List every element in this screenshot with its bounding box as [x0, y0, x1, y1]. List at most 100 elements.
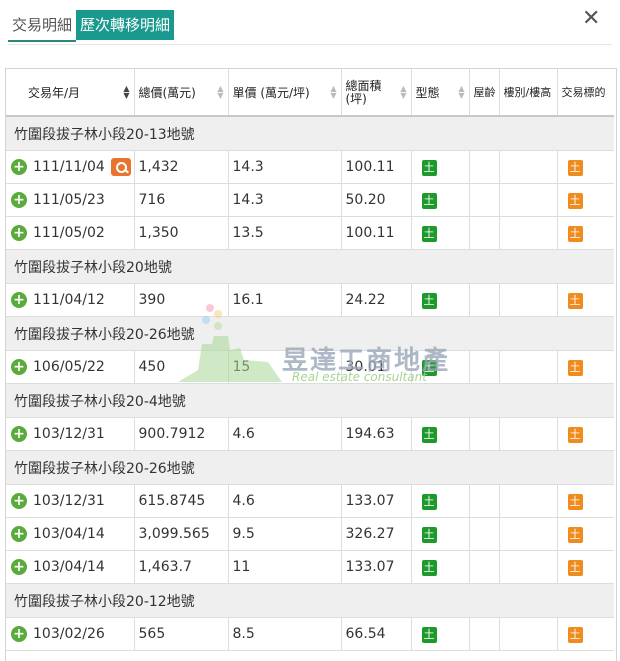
- col-header-date[interactable]: 交易年/月 ▲ ▼: [6, 69, 135, 117]
- date-text: 106/05/22: [33, 359, 105, 375]
- total-price-cell: 3,099.565: [134, 517, 229, 551]
- target-land-badge[interactable]: 土: [567, 626, 583, 643]
- table-row[interactable]: +111/04/12 390 16.1 24.22 土土: [6, 283, 614, 317]
- date-cell: +103/04/14: [6, 517, 135, 551]
- watermark-subtitle: Real estate consultant: [292, 370, 427, 384]
- table-row[interactable]: +111/11/04 1,432 14.3 100.11 土土: [6, 150, 614, 184]
- area-cell: 50.20: [341, 183, 412, 217]
- floor-cell: [499, 216, 558, 250]
- floor-cell: [499, 617, 558, 651]
- target-land-badge[interactable]: 土: [567, 359, 583, 376]
- unit-price-cell: 11: [228, 550, 342, 584]
- expand-plus-icon[interactable]: +: [11, 493, 27, 509]
- sort-icon: ▲ ▼: [123, 84, 130, 100]
- age-cell: [469, 484, 500, 518]
- expand-plus-icon[interactable]: +: [11, 559, 27, 575]
- floor-cell: [499, 550, 558, 584]
- expand-plus-icon[interactable]: +: [11, 192, 27, 208]
- expand-plus-icon[interactable]: +: [11, 359, 27, 375]
- type-cell: 土: [411, 283, 470, 317]
- target-cell: 土: [557, 484, 614, 518]
- target-land-badge[interactable]: 土: [567, 526, 583, 543]
- col-header-age[interactable]: 屋齡: [469, 69, 500, 117]
- tab-transaction-details[interactable]: 交易明細: [8, 10, 77, 42]
- target-land-badge[interactable]: 土: [567, 192, 583, 209]
- target-cell: 土: [557, 150, 614, 184]
- date-cell: +111/05/23: [6, 183, 135, 217]
- parcel-title: 竹圍段拔子林小段20-4地號: [6, 383, 614, 418]
- area-cell: 100.11: [341, 216, 412, 250]
- land-type-badge: 土: [421, 426, 437, 443]
- table-row[interactable]: +103/04/14 3,099.565 9.5 326.27 土土: [6, 517, 614, 551]
- parcel-title: 竹圍段拔子林小段20-12地號: [6, 583, 614, 618]
- date-text: 111/04/12: [33, 292, 105, 308]
- target-cell: 土: [557, 617, 614, 651]
- total-price-cell: 1,350: [134, 216, 229, 250]
- type-cell: 土: [411, 617, 470, 651]
- table-row[interactable]: +111/05/02 1,350 13.5 100.11 土土: [6, 216, 614, 250]
- col-header-total[interactable]: 總價(萬元) ▲ ▼: [134, 69, 229, 117]
- date-text: 103/12/31: [33, 426, 105, 442]
- type-cell: 土: [411, 183, 470, 217]
- target-cell: 土: [557, 550, 614, 584]
- target-cell: 土: [557, 183, 614, 217]
- target-cell: 土: [557, 517, 614, 551]
- unit-price-cell: 4.6: [228, 417, 342, 451]
- target-land-badge[interactable]: 土: [567, 493, 583, 510]
- target-land-badge[interactable]: 土: [567, 225, 583, 242]
- target-land-badge[interactable]: 土: [567, 159, 583, 176]
- close-icon[interactable]: ✕: [582, 6, 600, 31]
- date-text: 103/02/26: [33, 626, 105, 642]
- col-header-unit[interactable]: 單價 (萬元/坪) ▲ ▼: [228, 69, 342, 117]
- expand-plus-icon[interactable]: +: [11, 526, 27, 542]
- area-cell: 66.54: [341, 617, 412, 651]
- date-text: 103/04/14: [33, 559, 105, 575]
- land-type-badge: 土: [421, 493, 437, 510]
- tab-transfer-history[interactable]: 歷次轉移明細: [76, 10, 175, 40]
- land-type-badge: 土: [421, 159, 437, 176]
- type-cell: 土: [411, 484, 470, 518]
- table-row[interactable]: +103/02/26 565 8.5 66.54 土土: [6, 617, 614, 651]
- expand-plus-icon[interactable]: +: [11, 426, 27, 442]
- expand-plus-icon[interactable]: +: [11, 159, 27, 175]
- type-cell: 土: [411, 216, 470, 250]
- col-header-area[interactable]: 總面積 (坪) ▲ ▼: [341, 69, 412, 117]
- target-land-badge[interactable]: 土: [567, 559, 583, 576]
- expand-plus-icon[interactable]: +: [11, 626, 27, 642]
- unit-price-cell: 9.5: [228, 517, 342, 551]
- col-header-type[interactable]: 型態 ▲ ▼: [411, 69, 470, 117]
- group-header-row: 竹圍段拔子林小段20地號: [6, 249, 614, 284]
- date-text: 111/05/23: [33, 192, 105, 208]
- type-cell: 土: [411, 150, 470, 184]
- expand-plus-icon[interactable]: +: [11, 225, 27, 241]
- table-row[interactable]: +103/12/31 900.7912 4.6 194.63 土土: [6, 417, 614, 451]
- house-search-icon[interactable]: [110, 158, 131, 176]
- type-cell: 土: [411, 550, 470, 584]
- age-cell: [469, 183, 500, 217]
- total-price-cell: 716: [134, 183, 229, 217]
- area-cell: 194.63: [341, 417, 412, 451]
- table-row[interactable]: +111/05/23 716 14.3 50.20 土土: [6, 183, 614, 217]
- table-row[interactable]: +103/12/31 615.8745 4.6 133.07 土土: [6, 484, 614, 518]
- date-cell: +106/05/22: [6, 350, 135, 384]
- unit-price-cell: 14.3: [228, 150, 342, 184]
- col-header-floor[interactable]: 樓別/樓高: [499, 69, 558, 117]
- area-cell: 326.27: [341, 517, 412, 551]
- land-type-badge: 土: [421, 526, 437, 543]
- target-land-badge[interactable]: 土: [567, 292, 583, 309]
- tab-bar: 交易明細 歷次轉移明細: [8, 10, 175, 42]
- total-price-cell: 900.7912: [134, 417, 229, 451]
- table-row[interactable]: +103/04/14 1,463.7 11 133.07 土土: [6, 550, 614, 584]
- expand-plus-icon[interactable]: +: [11, 292, 27, 308]
- area-cell: 100.11: [341, 150, 412, 184]
- unit-price-cell: 16.1: [228, 283, 342, 317]
- sort-icon: ▲ ▼: [330, 84, 337, 100]
- date-cell: +103/04/14: [6, 550, 135, 584]
- col-header-target[interactable]: 交易標的: [557, 69, 614, 117]
- target-land-badge[interactable]: 土: [567, 426, 583, 443]
- date-cell: +103/12/31: [6, 417, 135, 451]
- total-price-cell: 565: [134, 617, 229, 651]
- age-cell: [469, 550, 500, 584]
- date-text: 103/04/14: [33, 526, 105, 542]
- sort-icon: ▲ ▼: [400, 84, 407, 100]
